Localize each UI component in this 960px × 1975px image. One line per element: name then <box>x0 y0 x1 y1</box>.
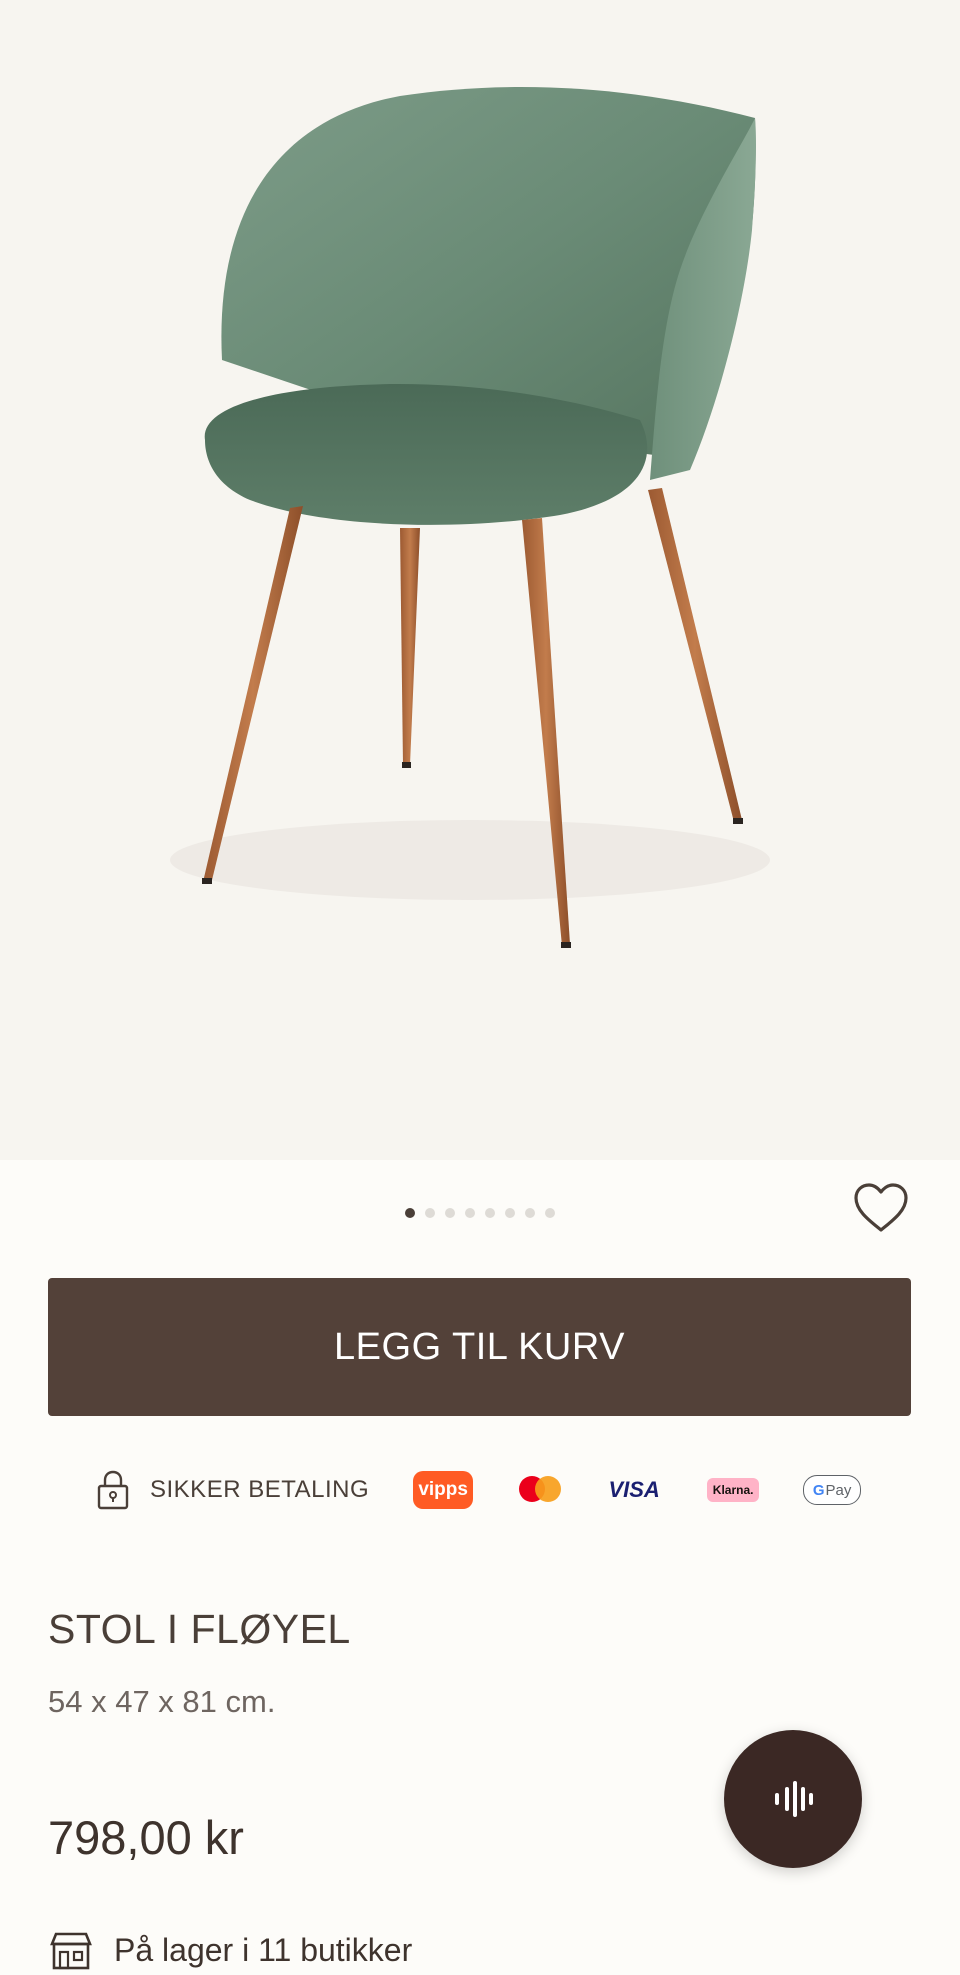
wishlist-heart-icon[interactable] <box>852 1182 910 1234</box>
gallery-pagination[interactable] <box>0 1208 960 1218</box>
mastercard-logo <box>517 1476 562 1504</box>
pagination-dot[interactable] <box>485 1208 495 1218</box>
payment-methods-row: SIKKER BETALING vipps VISA Klarna. G Pay <box>96 1466 862 1514</box>
secure-payment-label: SIKKER BETALING <box>150 1476 370 1503</box>
voice-assistant-button[interactable] <box>724 1730 862 1868</box>
vipps-logo: vipps <box>413 1471 474 1509</box>
pagination-dot[interactable] <box>465 1208 475 1218</box>
padlock-icon <box>96 1469 130 1511</box>
soundwave-icon <box>775 1781 813 1817</box>
stock-text: På lager i 11 butikker <box>114 1931 413 1968</box>
stock-availability[interactable]: På lager i 11 butikker <box>48 1930 412 1970</box>
pagination-dot[interactable] <box>405 1208 415 1218</box>
pagination-dot[interactable] <box>545 1208 555 1218</box>
pagination-dot[interactable] <box>425 1208 435 1218</box>
chair-illustration <box>170 87 770 948</box>
pagination-dot[interactable] <box>505 1208 515 1218</box>
visa-logo: VISA <box>608 1477 660 1502</box>
store-icon <box>48 1930 94 1970</box>
add-to-cart-button[interactable]: LEGG TIL KURV <box>48 1278 911 1416</box>
klarna-logo: Klarna. <box>707 1478 760 1502</box>
product-image[interactable] <box>0 0 960 1160</box>
product-dimensions: 54 x 47 x 81 cm. <box>48 1684 276 1719</box>
google-pay-logo: G Pay <box>803 1475 862 1505</box>
pagination-dot[interactable] <box>445 1208 455 1218</box>
pagination-dot[interactable] <box>525 1208 535 1218</box>
product-title: STOL I FLØYEL <box>48 1606 351 1652</box>
product-price: 798,00 kr <box>48 1811 244 1864</box>
